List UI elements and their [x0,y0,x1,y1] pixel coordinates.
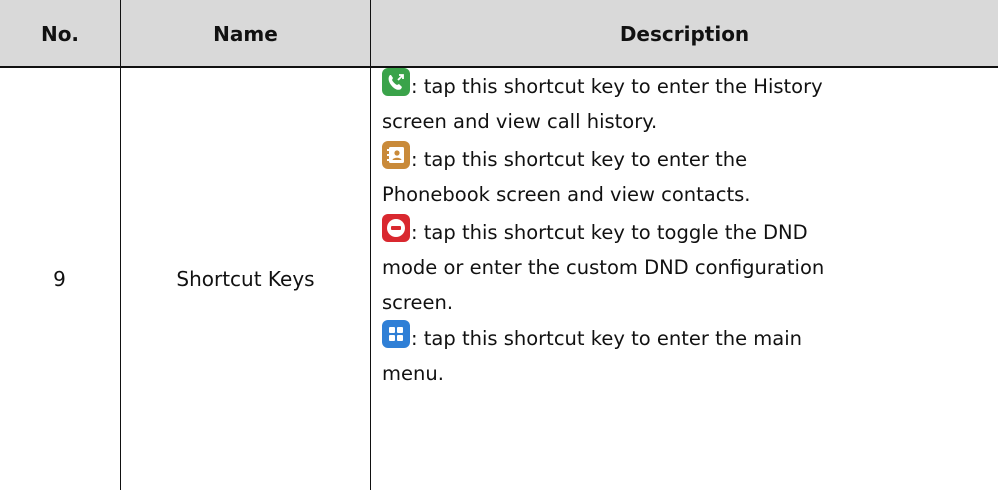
phonebook-text-line1: : tap this shortcut key to enter the [411,148,748,171]
shortcut-keys-table: No. Name Description 9 Shortcut Keys : t… [0,0,998,490]
row-name: Shortcut Keys [176,267,315,291]
dnd-text-line1: : tap this shortcut key to toggle the DN… [411,221,808,244]
history-text-line1: : tap this shortcut key to enter the His… [411,75,823,98]
dnd-text-line3: screen. [382,291,454,314]
description-entry-menu: : tap this shortcut key to enter the mai… [382,320,982,391]
column-divider-2 [370,0,371,490]
header-name: Name [213,21,278,46]
phonebook-text-line2: Phonebook screen and view contacts. [382,183,751,206]
description-entry-phonebook: : tap this shortcut key to enter the Pho… [382,141,982,212]
menu-icon [382,320,410,348]
phonebook-icon [382,141,410,169]
menu-text-line1: : tap this shortcut key to enter the mai… [411,327,802,350]
history-icon [382,68,410,96]
header-description: Description [619,21,750,46]
menu-text-line2: menu. [382,362,444,385]
history-text-line2: screen and view call history. [382,110,658,133]
table-header: No. Name Description [0,0,998,67]
description-entry-history: : tap this shortcut key to enter the His… [382,68,982,139]
description-entry-dnd: : tap this shortcut key to toggle the DN… [382,214,982,320]
row-number: 9 [53,267,66,291]
header-no: No. [40,21,80,46]
dnd-icon [382,214,410,242]
dnd-text-line2: mode or enter the custom DND configurati… [382,256,825,279]
row-description: : tap this shortcut key to enter the His… [382,68,982,391]
